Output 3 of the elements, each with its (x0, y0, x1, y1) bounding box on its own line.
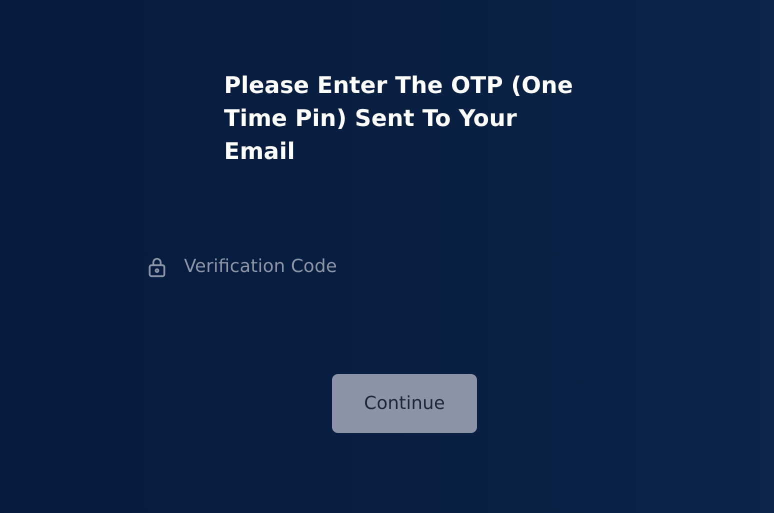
verification-code-field[interactable]: Verification Code (184, 253, 514, 280)
page-title: Please Enter The OTP (One Time Pin) Sent To Your Email (224, 72, 574, 167)
lock-icon (146, 256, 168, 278)
